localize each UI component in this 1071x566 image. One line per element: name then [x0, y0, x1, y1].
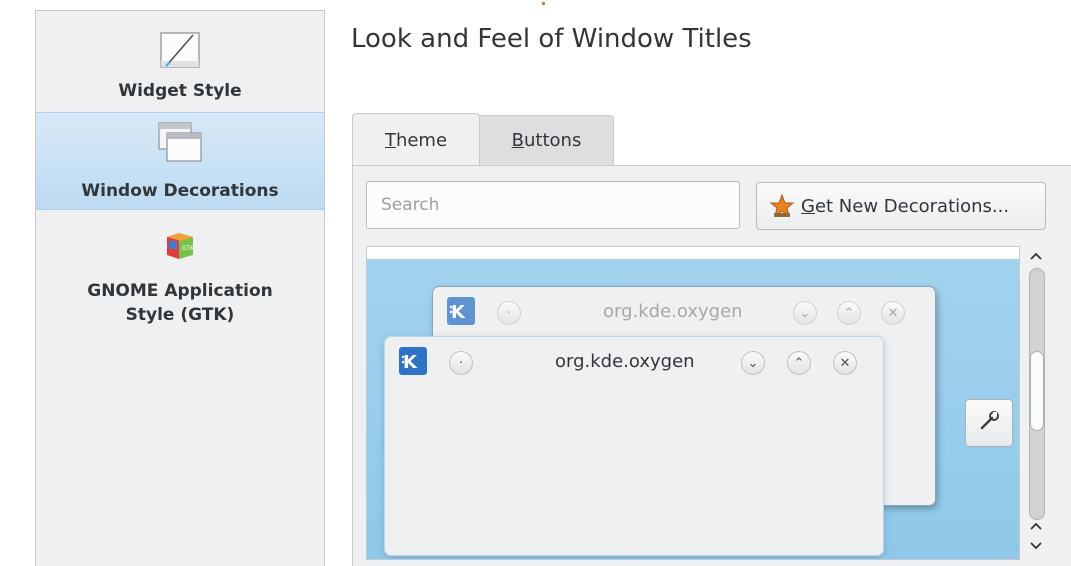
configure-decoration-button[interactable] — [965, 399, 1013, 447]
scroll-track[interactable] — [1029, 268, 1045, 520]
button-label: et New Decorations... — [814, 195, 1010, 217]
preview-active-window: K · org.kde.oxygen ⌄ ⌃ ✕ — [385, 337, 883, 555]
close-icon: ✕ — [881, 301, 905, 325]
svg-text:GTK: GTK — [182, 245, 195, 252]
sidebar-item-label: Window Decorations — [81, 181, 279, 201]
kde-logo-icon: K — [399, 347, 427, 375]
star-icon — [769, 193, 795, 219]
preview-window-title: org.kde.oxygen — [603, 301, 743, 322]
menu-dot-icon: · — [449, 351, 473, 375]
svg-text:K: K — [451, 302, 466, 323]
tab-accel: B — [511, 130, 525, 151]
page-title: Look and Feel of Window Titles — [351, 24, 752, 54]
tab-label: heme — [395, 130, 448, 151]
button-accel: G — [801, 195, 815, 217]
selected-decoration-item[interactable]: K · org.kde.oxygen ⌄ ⌃ ✕ K · org.kde.oxy… — [367, 259, 1019, 559]
sidebar: Widget Style Window Decorations GTK GNOM… — [35, 10, 325, 566]
tab-buttons[interactable]: Buttons — [480, 115, 614, 165]
maximize-icon: ⌃ — [837, 301, 861, 325]
svg-text:K: K — [403, 352, 418, 373]
indicator-dot — [542, 2, 545, 5]
minimize-icon: ⌄ — [793, 301, 817, 325]
tab-label: uttons — [524, 130, 582, 151]
tab-theme[interactable]: Theme — [352, 113, 480, 167]
window-decorations-icon — [155, 121, 205, 163]
get-new-decorations-button[interactable]: Get New Decorations... — [756, 182, 1046, 230]
maximize-icon: ⌃ — [787, 351, 811, 375]
gtk-icon: GTK — [163, 229, 197, 263]
preview-titlebar: K · org.kde.oxygen ⌄ ⌃ ✕ — [385, 337, 883, 387]
minimize-icon: ⌄ — [741, 351, 765, 375]
decoration-preview-list[interactable]: K · org.kde.oxygen ⌄ ⌃ ✕ K · org.kde.oxy… — [366, 246, 1020, 560]
system-settings-window: Widget Style Window Decorations GTK GNOM… — [0, 0, 1071, 566]
sidebar-item-window-decorations[interactable]: Window Decorations — [36, 112, 324, 210]
preview-titlebar: K · org.kde.oxygen ⌄ ⌃ ✕ — [433, 287, 935, 337]
kde-logo-icon: K — [447, 297, 475, 325]
sidebar-item-label: Widget Style — [118, 81, 242, 101]
close-icon: ✕ — [833, 351, 857, 375]
preview-scrollbar[interactable] — [1022, 246, 1050, 560]
menu-dot-icon: · — [497, 301, 521, 325]
sidebar-item-widget-style[interactable]: Widget Style — [36, 11, 324, 111]
sidebar-item-label: GNOME Application Style (GTK) — [87, 281, 273, 325]
scroll-down-icon[interactable] — [1022, 536, 1050, 556]
wrench-icon — [978, 410, 1000, 436]
tab-accel: T — [384, 130, 396, 151]
search-input[interactable] — [366, 181, 740, 229]
widget-style-icon — [155, 25, 205, 75]
scroll-up-small-icon[interactable] — [1022, 516, 1050, 536]
scroll-up-icon[interactable] — [1022, 246, 1050, 266]
sidebar-item-gtk-style[interactable]: GTK GNOME Application Style (GTK) — [36, 221, 324, 341]
preview-window-title: org.kde.oxygen — [555, 351, 695, 372]
scroll-thumb[interactable] — [1030, 351, 1044, 431]
